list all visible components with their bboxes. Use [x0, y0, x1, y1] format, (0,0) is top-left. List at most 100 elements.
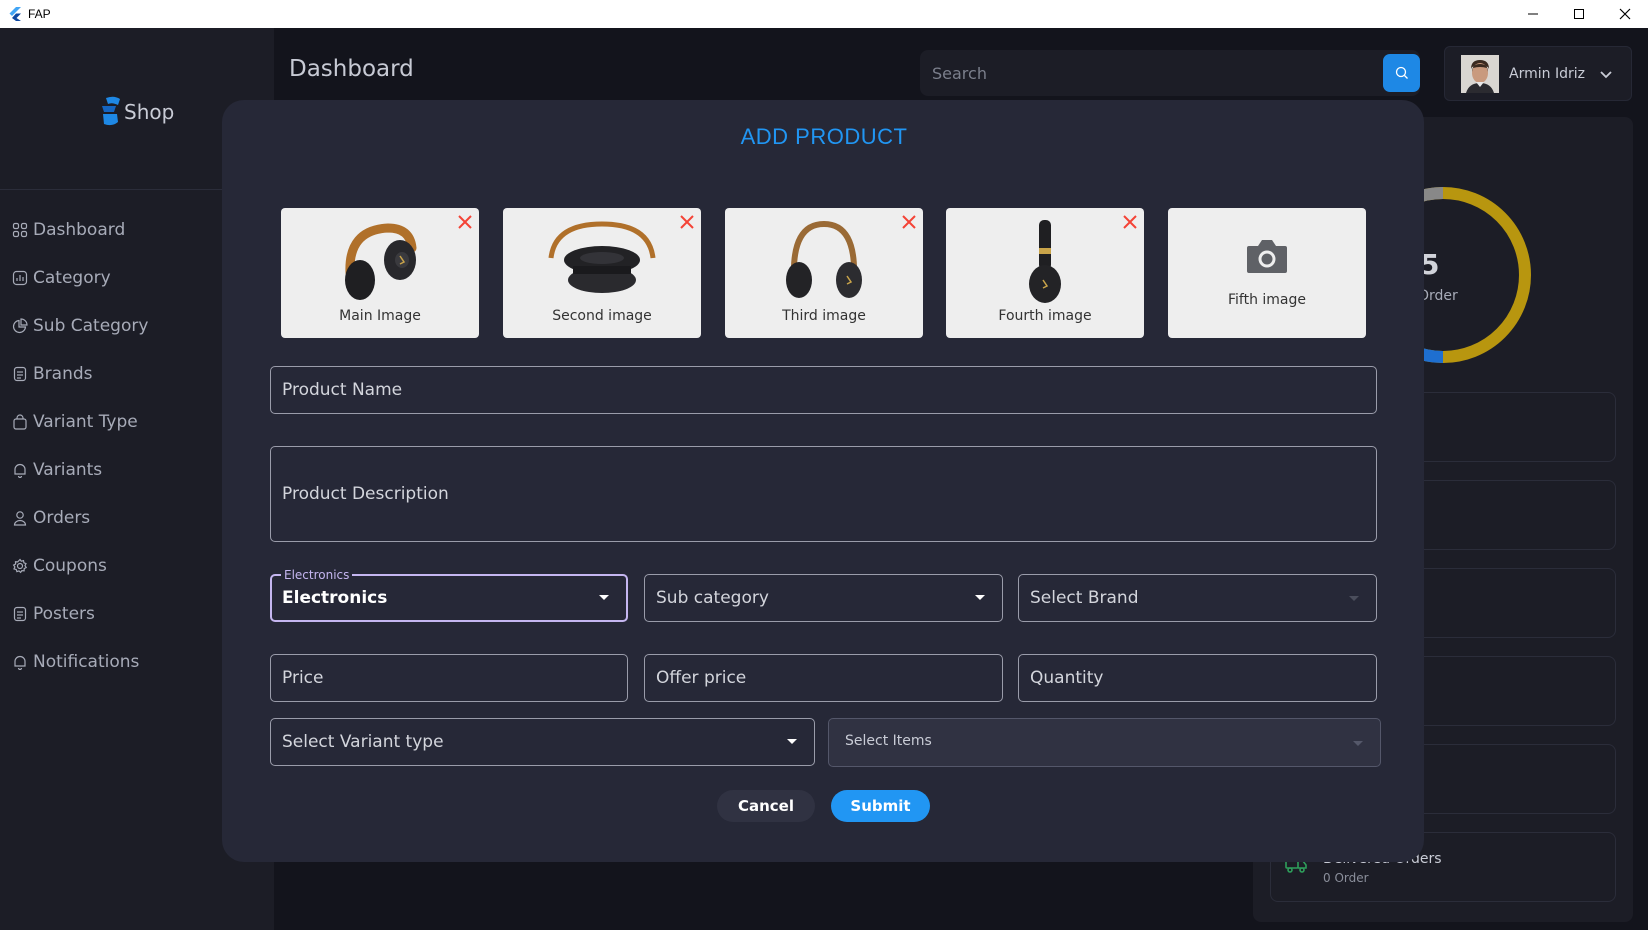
window-titlebar: FAP	[0, 0, 1648, 28]
variant-items-label: Select Items	[845, 733, 932, 749]
search-icon	[1395, 66, 1408, 79]
sidebar-item-label: Dashboard	[33, 220, 126, 240]
dropdown-arrow-icon	[975, 595, 985, 600]
chart-icon	[12, 270, 28, 286]
window-controls	[1510, 0, 1648, 28]
category-floating-label: Electronics	[281, 568, 353, 582]
maximize-button[interactable]	[1556, 0, 1602, 28]
maximize-icon	[1574, 9, 1584, 19]
sidebar-item-label: Posters	[33, 604, 95, 624]
brand-label: Select Brand	[1030, 588, 1139, 608]
sidebar-item-sub-category[interactable]: Sub Category	[12, 302, 148, 350]
subcategory-label: Sub category	[656, 588, 769, 608]
chevron-down-icon	[1600, 70, 1612, 78]
sidebar-item-posters[interactable]: Posters	[12, 590, 148, 638]
sidebar-item-label: Category	[33, 268, 111, 288]
headphones-image	[548, 221, 656, 293]
sidebar-item-label: Brands	[33, 364, 93, 384]
sidebar-item-notifications[interactable]: Notifications	[12, 638, 148, 686]
price-label: Price	[282, 668, 324, 688]
offer-price-field[interactable]: Offer price	[644, 654, 1003, 702]
document-icon	[13, 366, 27, 382]
quantity-field[interactable]: Quantity	[1018, 654, 1377, 702]
bell-icon	[14, 655, 26, 670]
remove-image-close-icon[interactable]	[457, 214, 473, 230]
brand-select[interactable]: Select Brand	[1018, 574, 1377, 622]
cancel-button[interactable]: Cancel	[717, 790, 815, 822]
variant-type-select[interactable]: Select Variant type	[270, 718, 815, 766]
dropdown-arrow-icon	[787, 739, 797, 744]
fourth-image-card[interactable]: Fourth image	[946, 208, 1144, 338]
image-card-label: Fourth image	[998, 308, 1092, 324]
sidebar-nav: Dashboard Category Sub Category Brands V…	[12, 206, 148, 686]
dropdown-arrow-icon	[599, 595, 609, 600]
window-title: FAP	[28, 7, 51, 21]
category-selected-value: Electronics	[282, 588, 388, 608]
subcategory-select[interactable]: Sub category	[644, 574, 1003, 622]
search-box	[920, 50, 1420, 96]
camera-icon	[1247, 240, 1287, 273]
document-icon	[13, 606, 27, 622]
sidebar-item-coupons[interactable]: Coupons	[12, 542, 148, 590]
sidebar-item-label: Orders	[33, 508, 91, 528]
remove-image-close-icon[interactable]	[1122, 214, 1138, 230]
sidebar-item-dashboard[interactable]: Dashboard	[12, 206, 148, 254]
dropdown-arrow-icon	[1353, 741, 1363, 746]
search-input[interactable]	[932, 50, 1352, 96]
price-field[interactable]: Price	[270, 654, 628, 702]
user-avatar-icon	[1461, 54, 1499, 93]
dropdown-arrow-icon	[1349, 596, 1359, 601]
close-window-button[interactable]	[1602, 0, 1648, 28]
minimize-icon	[1528, 13, 1538, 15]
avatar	[1461, 54, 1499, 93]
sidebar-item-label: Sub Category	[33, 316, 149, 336]
remove-image-close-icon[interactable]	[679, 214, 695, 230]
second-image-card[interactable]: Second image	[503, 208, 701, 338]
grid-icon	[12, 222, 28, 238]
bag-icon	[13, 414, 27, 430]
bell-icon	[14, 463, 26, 478]
image-card-label: Main Image	[339, 308, 421, 324]
minimize-button[interactable]	[1510, 0, 1556, 28]
image-card-label: Third image	[782, 308, 866, 324]
flutter-logo-icon	[9, 7, 21, 21]
gear-icon	[12, 558, 28, 574]
variant-items-select[interactable]: Select Items	[828, 718, 1381, 767]
headphones-image	[786, 220, 862, 298]
logo-text: Shop	[124, 100, 175, 124]
sidebar-item-label: Coupons	[33, 556, 107, 576]
main-image-card[interactable]: Main Image	[281, 208, 479, 338]
product-name-label: Product Name	[282, 380, 403, 400]
third-image-card[interactable]: Third image	[725, 208, 923, 338]
variant-type-label: Select Variant type	[282, 732, 444, 752]
user-icon	[13, 511, 27, 526]
fifth-image-card[interactable]: Fifth image	[1168, 208, 1366, 338]
offer-price-label: Offer price	[656, 668, 747, 688]
page-title: Dashboard	[289, 56, 414, 82]
product-description-label: Product Description	[282, 484, 449, 504]
product-description-field[interactable]: Product Description	[270, 446, 1377, 542]
image-card-label: Second image	[552, 308, 652, 324]
product-name-field[interactable]: Product Name	[270, 366, 1377, 414]
sidebar-item-variant-type[interactable]: Variant Type	[12, 398, 148, 446]
user-name: Armin Idriz	[1509, 65, 1585, 82]
sidebar-item-label: Variant Type	[33, 412, 138, 432]
search-button[interactable]	[1383, 54, 1420, 92]
headphones-image	[345, 223, 417, 300]
image-card-label: Fifth image	[1227, 292, 1307, 308]
category-select[interactable]: Electronics Electronics	[270, 568, 628, 622]
dialog-title: ADD PRODUCT	[740, 124, 908, 149]
submit-button[interactable]: Submit	[831, 790, 930, 822]
remove-image-close-icon[interactable]	[901, 214, 917, 230]
sidebar-item-category[interactable]: Category	[12, 254, 148, 302]
user-menu[interactable]: Armin Idriz	[1444, 46, 1632, 101]
sidebar-item-variants[interactable]: Variants	[12, 446, 148, 494]
sidebar-item-label: Notifications	[33, 652, 140, 672]
headphones-image	[1029, 220, 1061, 303]
quantity-label: Quantity	[1030, 668, 1104, 688]
sidebar-item-brands[interactable]: Brands	[12, 350, 148, 398]
pie-icon	[12, 318, 28, 334]
sidebar-item-orders[interactable]: Orders	[12, 494, 148, 542]
sidebar-item-label: Variants	[33, 460, 103, 480]
close-icon	[1619, 8, 1631, 20]
